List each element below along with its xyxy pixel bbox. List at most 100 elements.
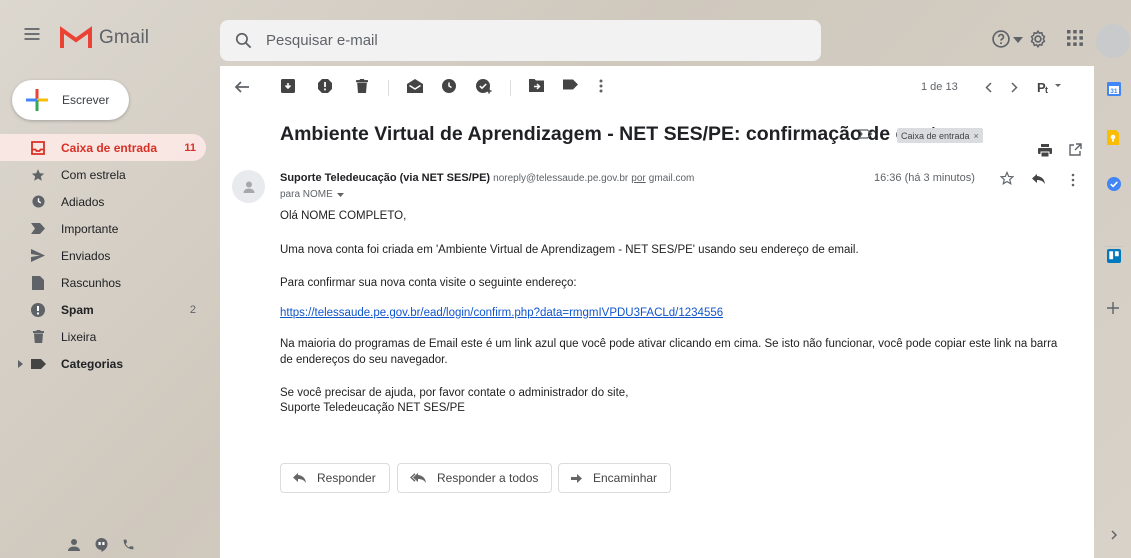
recipient-line[interactable]: para NOME: [280, 189, 344, 200]
details-dropdown-icon[interactable]: [336, 192, 344, 197]
phone-icon[interactable]: [122, 538, 135, 551]
sidebar: Escrever Caixa de entrada 11 Com estrela…: [0, 66, 220, 558]
delete-icon[interactable]: [356, 79, 368, 93]
inbox-icon: [30, 140, 46, 156]
unread-count: 11: [184, 141, 196, 154]
email-paragraph: Uma nova conta foi criada em 'Ambiente V…: [280, 244, 859, 256]
label-icon: [30, 356, 46, 372]
sender-avatar[interactable]: [232, 170, 265, 203]
importance-marker-icon[interactable]: [858, 129, 873, 139]
inbox-label-chip: Caixa de entrada ×: [897, 128, 983, 143]
svg-text:t: t: [1045, 85, 1048, 94]
menu-icon[interactable]: [22, 24, 42, 44]
search-input[interactable]: [266, 20, 766, 61]
confirmation-link-row: https://telessaude.pe.gov.br/ead/login/c…: [280, 306, 1060, 322]
via-link[interactable]: por: [631, 173, 645, 184]
print-icon[interactable]: [1038, 144, 1052, 157]
reply-all-icon: [410, 473, 426, 483]
calendar-icon[interactable]: 31: [1107, 82, 1121, 96]
open-new-window-icon[interactable]: [1069, 143, 1082, 156]
more-vertical-icon[interactable]: [1071, 173, 1075, 187]
remove-label-icon[interactable]: ×: [974, 131, 979, 141]
help-icon[interactable]: [991, 29, 1011, 49]
apps-grid-icon[interactable]: [1066, 29, 1084, 47]
search-bar: [220, 20, 1023, 61]
email-signoff: Se você precisar de ajuda, por favor con…: [280, 387, 629, 399]
reply-button[interactable]: Responder: [280, 463, 390, 493]
sidebar-item-sent[interactable]: Enviados: [0, 242, 206, 269]
sidebar-item-label: Caixa de entrada: [61, 140, 158, 155]
archive-icon[interactable]: [281, 79, 295, 93]
sidebar-item-categories[interactable]: Categorias: [0, 350, 206, 377]
compose-button[interactable]: Escrever: [12, 80, 129, 120]
sidebar-item-important[interactable]: Importante: [0, 215, 206, 242]
snooze-clock-icon[interactable]: [442, 79, 456, 93]
search-options-icon[interactable]: [1013, 37, 1023, 44]
search-icon[interactable]: [234, 31, 253, 50]
star-icon: [30, 167, 46, 183]
confirmation-link[interactable]: https://telessaude.pe.gov.br/ead/login/c…: [280, 307, 723, 319]
add-to-tasks-icon[interactable]: [476, 79, 492, 94]
reply-all-button[interactable]: Responder a todos: [397, 463, 553, 493]
mark-unread-icon[interactable]: [407, 79, 423, 93]
star-outline-icon[interactable]: [1000, 171, 1014, 185]
app-name: Gmail: [99, 27, 150, 48]
sidebar-item-starred[interactable]: Com estrela: [0, 161, 206, 188]
email-view: 1 de 13 Pt Ambiente Virtual de Aprendiza…: [220, 66, 1094, 558]
toolbar-divider: [388, 80, 389, 96]
sidebar-item-drafts[interactable]: Rascunhos: [0, 269, 206, 296]
reply-all-label: Responder a todos: [437, 471, 539, 485]
via-domain: gmail.com: [648, 173, 695, 184]
sidebar-item-label: Enviados: [61, 248, 111, 263]
email-signature: Suporte Teledeucação NET SES/PE: [280, 402, 465, 414]
sidebar-item-label: Categorias: [61, 356, 124, 371]
label-chip-text: Caixa de entrada: [901, 130, 970, 141]
label-as-icon[interactable]: [563, 79, 578, 90]
more-vertical-icon[interactable]: [599, 79, 603, 93]
sidebar-item-inbox[interactable]: Caixa de entrada 11: [0, 134, 206, 161]
gmail-logo[interactable]: Gmail: [60, 26, 149, 50]
account-avatar[interactable]: [1096, 24, 1130, 58]
trash-icon: [30, 329, 46, 345]
sidebar-item-label: Rascunhos: [61, 275, 122, 290]
reply-arrow-icon[interactable]: [1032, 174, 1045, 184]
chevron-right-icon[interactable]: [1011, 82, 1018, 93]
report-spam-icon[interactable]: [318, 79, 332, 93]
sidebar-item-label: Spam: [61, 302, 94, 317]
email-greeting: Olá NOME COMPLETO,: [280, 210, 407, 222]
keep-notes-icon[interactable]: [1107, 130, 1119, 145]
input-tools-icon[interactable]: Pt: [1037, 80, 1063, 94]
move-to-icon[interactable]: [529, 79, 544, 92]
recipient-text: para NOME: [280, 189, 333, 200]
sidebar-item-label: Importante: [61, 221, 119, 236]
svg-text:31: 31: [1110, 88, 1118, 95]
sidebar-item-trash[interactable]: Lixeira: [0, 323, 206, 350]
sidebar-item-label: Adiados: [61, 194, 105, 209]
sender-info: Suporte Teledeucação (via NET SES/PE) no…: [280, 172, 694, 184]
sidebar-item-label: Com estrela: [61, 167, 126, 182]
settings-gear-icon[interactable]: [1028, 29, 1048, 49]
trello-icon[interactable]: [1107, 249, 1121, 263]
message-time: 16:36 (há 3 minutos): [874, 172, 975, 184]
gmail-m-icon: [60, 26, 92, 48]
draft-icon: [30, 275, 46, 291]
chevron-left-icon[interactable]: [985, 82, 992, 93]
person-icon[interactable]: [67, 538, 81, 552]
forward-label: Encaminhar: [593, 471, 658, 485]
spam-count: 2: [189, 303, 196, 316]
sidebar-nav: Caixa de entrada 11 Com estrela Adiados …: [0, 134, 206, 377]
back-arrow-icon[interactable]: [234, 79, 250, 95]
expand-arrow-icon[interactable]: [18, 360, 23, 368]
sidebar-item-spam[interactable]: Spam 2: [0, 296, 206, 323]
expand-panel-chevron-icon[interactable]: [1111, 530, 1117, 540]
toolbar-divider: [510, 80, 511, 96]
spam-icon: [30, 302, 46, 318]
email-paragraph: Na maioria do programas de Email este é …: [280, 338, 1058, 366]
sender-name[interactable]: Suporte Teledeucação (via NET SES/PE): [280, 172, 490, 184]
tasks-icon[interactable]: [1107, 177, 1121, 191]
hangouts-icon[interactable]: [95, 538, 108, 552]
add-addon-icon[interactable]: [1107, 302, 1119, 314]
forward-button[interactable]: Encaminhar: [558, 463, 672, 493]
forward-arrow-icon: [571, 473, 582, 483]
sidebar-item-snoozed[interactable]: Adiados: [0, 188, 206, 215]
